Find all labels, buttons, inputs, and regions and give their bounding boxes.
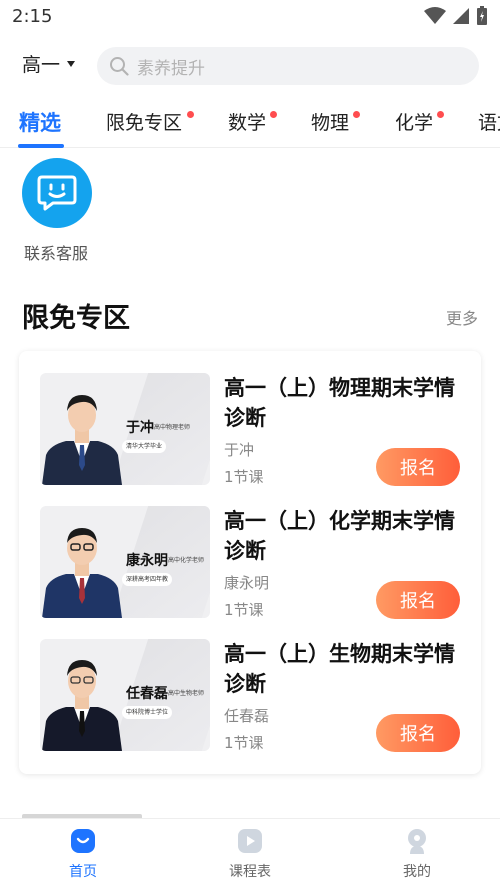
tab-math-dot	[270, 111, 277, 118]
signup-button[interactable]: 报名	[376, 581, 460, 619]
course-title: 高一（上）生物期末学情诊断	[224, 642, 455, 696]
nav-profile[interactable]: 我的	[377, 827, 457, 881]
course-item[interactable]: 任春磊 高中生物老师 中科院博士学位 高一（上）生物期末学情诊断 任春磊 1节课…	[40, 639, 470, 752]
course-teacher: 任春磊	[224, 707, 270, 725]
nav-profile-label: 我的	[403, 864, 431, 880]
nav-home-label: 首页	[69, 864, 97, 880]
battery-icon	[477, 6, 487, 25]
search-icon	[110, 57, 129, 76]
free-courses-card: 于冲 高中物理老师 清华大学毕业 高一（上）物理期末学情诊断 于冲 1节课 报名…	[19, 351, 481, 774]
caret-down-icon	[67, 60, 76, 67]
grade-selector[interactable]: 高一	[22, 50, 76, 77]
tab-chinese[interactable]: 语文	[478, 108, 500, 135]
signup-button[interactable]: 报名	[376, 448, 460, 486]
tab-free-zone-dot	[187, 111, 194, 118]
chat-bubble-icon	[22, 158, 92, 228]
course-title: 高一（上）物理期末学情诊断	[224, 376, 455, 430]
customer-service-entry[interactable]: 联系客服	[22, 158, 92, 263]
status-bar: 2:15	[0, 0, 500, 34]
nav-schedule-label: 课程表	[229, 864, 271, 880]
status-time: 2:15	[12, 6, 53, 27]
grade-label: 高一	[22, 54, 61, 76]
course-title: 高一（上）化学期末学情诊断	[224, 509, 455, 563]
bottom-nav: 首页 课程表 我的	[0, 818, 500, 888]
tab-free-zone[interactable]: 限免专区	[106, 108, 182, 135]
home-icon	[71, 829, 95, 853]
course-teacher: 于冲	[224, 441, 255, 459]
tab-physics[interactable]: 物理	[311, 108, 349, 135]
thumbnail-teacher-tag: 清华大学毕业	[122, 440, 167, 453]
nav-home[interactable]: 首页	[43, 827, 123, 881]
course-thumbnail: 任春磊 高中生物老师 中科院博士学位	[40, 639, 210, 751]
course-item[interactable]: 于冲 高中物理老师 清华大学毕业 高一（上）物理期末学情诊断 于冲 1节课 报名	[40, 373, 470, 486]
course-thumbnail: 于冲 高中物理老师 清华大学毕业	[40, 373, 210, 485]
wifi-icon	[424, 7, 446, 24]
course-item[interactable]: 康永明 高中化学老师 深耕高考四年教 高一（上）化学期末学情诊断 康永明 1节课…	[40, 506, 470, 619]
search-placeholder: 素养提升	[137, 58, 205, 79]
signal-icon	[453, 8, 469, 24]
profile-icon	[408, 829, 426, 854]
course-thumbnail: 康永明 高中化学老师 深耕高考四年教	[40, 506, 210, 618]
teacher-photo	[42, 395, 122, 485]
section-title: 限免专区	[22, 303, 130, 334]
thumbnail-teacher-name: 任春磊	[126, 686, 168, 702]
thumbnail-teacher-title: 高中物理老师	[154, 424, 191, 431]
schedule-icon	[238, 829, 262, 853]
top-bar: 高一 素养提升	[0, 44, 500, 88]
nav-schedule[interactable]: 课程表	[210, 827, 290, 881]
thumbnail-teacher-title: 高中生物老师	[168, 690, 205, 697]
teacher-photo	[42, 660, 122, 751]
teacher-photo	[42, 528, 122, 618]
thumbnail-teacher-name: 康永明	[126, 553, 168, 569]
customer-service-label: 联系客服	[24, 244, 89, 263]
more-link[interactable]: 更多	[446, 305, 478, 329]
thumbnail-teacher-name: 于冲	[126, 420, 154, 436]
course-lesson-count: 1节课	[224, 601, 264, 619]
course-lesson-count: 1节课	[224, 734, 264, 752]
tab-math[interactable]: 数学	[228, 108, 266, 135]
category-tabs: 精选 限免专区 数学 物理 化学 语文	[0, 100, 500, 148]
thumbnail-teacher-title: 高中化学老师	[168, 557, 205, 564]
thumbnail-teacher-tag: 深耕高考四年教	[122, 573, 173, 586]
signup-button[interactable]: 报名	[376, 714, 460, 752]
thumbnail-teacher-tag: 中科院博士学位	[122, 706, 173, 719]
tab-featured[interactable]: 精选	[19, 107, 61, 137]
course-teacher: 康永明	[224, 574, 270, 592]
active-tab-indicator	[18, 144, 64, 148]
search-input[interactable]: 素养提升	[97, 47, 479, 85]
tab-chemistry[interactable]: 化学	[395, 108, 433, 135]
tab-chemistry-dot	[437, 111, 444, 118]
course-lesson-count: 1节课	[224, 468, 264, 486]
status-icons	[424, 6, 488, 26]
tab-physics-dot	[353, 111, 360, 118]
